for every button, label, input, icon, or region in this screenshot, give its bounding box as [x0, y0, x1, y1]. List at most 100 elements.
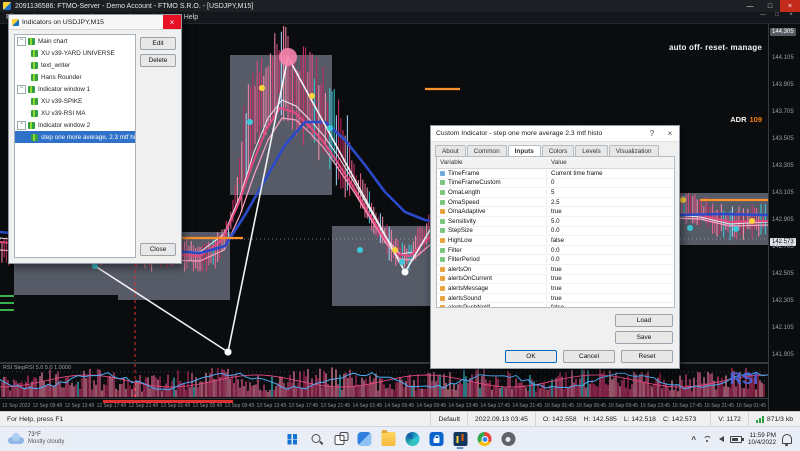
param-row[interactable]: Sensitivity5.0: [437, 217, 674, 227]
weather-widget[interactable]: 73°F Mostly cloudy: [0, 427, 72, 451]
taskbar-settings-icon[interactable]: [499, 430, 518, 449]
tree-item[interactable]: XU v39-RSI MA: [15, 107, 135, 119]
reset-button[interactable]: Reset: [621, 350, 673, 363]
volume-icon[interactable]: [719, 436, 724, 442]
close-dialog-button[interactable]: Close: [140, 243, 176, 256]
minimize-button[interactable]: —: [740, 0, 760, 12]
dialog-close-icon[interactable]: ×: [661, 126, 679, 141]
tree-item[interactable]: −Indicator window 1: [15, 83, 135, 95]
tree-item[interactable]: XU v39-YARD UNIVERSE: [15, 47, 135, 59]
tree-expander-icon[interactable]: −: [17, 85, 26, 94]
dialog-titlebar[interactable]: Custom Indicator - step one more average…: [431, 126, 679, 142]
param-value[interactable]: false: [547, 237, 674, 244]
tree-item[interactable]: text_writer: [15, 59, 135, 71]
parameters-table[interactable]: Variable Value TimeFrameCurrent time fra…: [436, 156, 675, 308]
param-name: FilterPeriod: [448, 256, 480, 263]
status-volume: V: 1172: [710, 412, 748, 427]
rsi-subwindow[interactable]: RSI StepRSI 5.0 5.0 1.0000 RSI: [0, 364, 768, 398]
param-value[interactable]: true: [547, 285, 674, 292]
taskbar-task-view-icon[interactable]: [331, 430, 350, 449]
param-value[interactable]: 0.0: [547, 227, 674, 234]
taskbar-clock[interactable]: 11:59 PM 10/4/2022: [748, 432, 776, 447]
notification-bell-icon[interactable]: [782, 434, 792, 444]
save-button[interactable]: Save: [615, 331, 673, 344]
param-name: OmaLength: [448, 189, 480, 196]
dialog-title: Indicators on USDJPY,M15: [22, 19, 104, 26]
indicator-icon: [31, 50, 38, 57]
dialog-close-icon[interactable]: ×: [163, 15, 181, 29]
cancel-button[interactable]: Cancel: [563, 350, 615, 363]
tree-item[interactable]: −Indicator window 2: [15, 119, 135, 131]
param-type-icon: [440, 171, 445, 176]
param-value[interactable]: false: [547, 304, 674, 308]
param-value[interactable]: 0.0: [547, 247, 674, 254]
status-ohlc: O: 142.558 H: 142.585 L: 142.518 C: 142.…: [535, 412, 710, 427]
param-value[interactable]: 0: [547, 179, 674, 186]
param-row[interactable]: alertsPushNotiffalse: [437, 303, 674, 308]
ok-button[interactable]: OK: [505, 350, 557, 363]
rsi-chart[interactable]: [0, 364, 768, 398]
battery-icon[interactable]: [730, 436, 742, 443]
taskbar-start-icon[interactable]: [283, 430, 302, 449]
taskbar-store-icon[interactable]: [427, 430, 446, 449]
tree-item[interactable]: XU v39-SPIKE: [15, 95, 135, 107]
dialog-titlebar[interactable]: Indicators on USDJPY,M15 ×: [9, 15, 181, 30]
param-type-icon: [440, 267, 445, 272]
profile-selector[interactable]: Default: [430, 412, 467, 427]
param-value[interactable]: 5: [547, 189, 674, 196]
time-axis[interactable]: 12 Sep 202212 Sep 09:4512 Sep 13:4512 Se…: [0, 398, 768, 412]
wifi-icon[interactable]: [702, 435, 713, 444]
price-axis[interactable]: 144.305 142.573 144.105143.905143.705143…: [768, 23, 800, 411]
param-value[interactable]: 2.5: [547, 199, 674, 206]
tree-item[interactable]: Hans Rounder: [15, 71, 135, 83]
time-label: 14 Sep 01:45: [352, 403, 382, 409]
taskbar-chrome-icon[interactable]: [475, 430, 494, 449]
param-row[interactable]: alertsOntrue: [437, 265, 674, 275]
indicators-tree[interactable]: −Main chartXU v39-YARD UNIVERSEtext_writ…: [14, 34, 136, 258]
param-value[interactable]: true: [547, 275, 674, 282]
param-type-icon: [440, 209, 445, 214]
tree-item[interactable]: step one more average, 2.3 mtf histo: [15, 131, 135, 143]
param-row[interactable]: alertsMessagetrue: [437, 284, 674, 294]
param-row[interactable]: alertsSoundtrue: [437, 294, 674, 304]
param-value[interactable]: 5.0: [547, 218, 674, 225]
param-value[interactable]: 0.0: [547, 256, 674, 263]
param-row[interactable]: StepSize0.0: [437, 227, 674, 237]
param-type-icon: [440, 219, 445, 224]
param-row[interactable]: alertsOnCurrenttrue: [437, 275, 674, 285]
param-value[interactable]: true: [547, 295, 674, 302]
help-button[interactable]: ?: [643, 126, 661, 141]
param-value[interactable]: true: [547, 208, 674, 215]
param-value[interactable]: Current time frame: [547, 170, 674, 177]
param-name: OmaSpeed: [448, 199, 479, 206]
restore-button[interactable]: □: [760, 0, 780, 12]
delete-button[interactable]: Delete: [140, 54, 176, 67]
tray-expand-icon[interactable]: ^: [691, 435, 696, 444]
tree-item[interactable]: −Main chart: [15, 35, 135, 47]
param-row[interactable]: Filter 0.0: [437, 246, 674, 256]
param-row[interactable]: TimeFrameCurrent time frame: [437, 169, 674, 179]
mdi-minimize-button[interactable]: —: [756, 12, 770, 23]
ea-controls-text[interactable]: auto off- reset- manage: [669, 43, 762, 52]
param-row[interactable]: OmaSpeed 2.5: [437, 198, 674, 208]
param-row[interactable]: TimeFrameCustom0: [437, 179, 674, 189]
taskbar-search-icon[interactable]: [307, 430, 326, 449]
param-row[interactable]: HighLowfalse: [437, 236, 674, 246]
taskbar-mt4-icon[interactable]: [451, 430, 470, 449]
mdi-restore-button[interactable]: □: [770, 12, 784, 23]
tree-expander-icon[interactable]: −: [17, 121, 26, 130]
taskbar-edge-icon[interactable]: [403, 430, 422, 449]
taskbar-widgets-icon[interactable]: [355, 430, 374, 449]
param-value[interactable]: true: [547, 266, 674, 273]
tree-expander-icon[interactable]: −: [17, 37, 26, 46]
edit-button[interactable]: Edit: [140, 37, 176, 50]
param-row[interactable]: OmaLength 5: [437, 188, 674, 198]
mdi-close-button[interactable]: ×: [784, 12, 798, 23]
indicator-icon: [28, 86, 35, 93]
close-button[interactable]: ×: [780, 0, 800, 12]
param-row[interactable]: OmaAdaptivetrue: [437, 207, 674, 217]
param-name: Filter: [448, 247, 462, 254]
param-row[interactable]: FilterPeriod 0.0: [437, 255, 674, 265]
taskbar-file-explorer-icon[interactable]: [379, 430, 398, 449]
load-button[interactable]: Load: [615, 314, 673, 327]
